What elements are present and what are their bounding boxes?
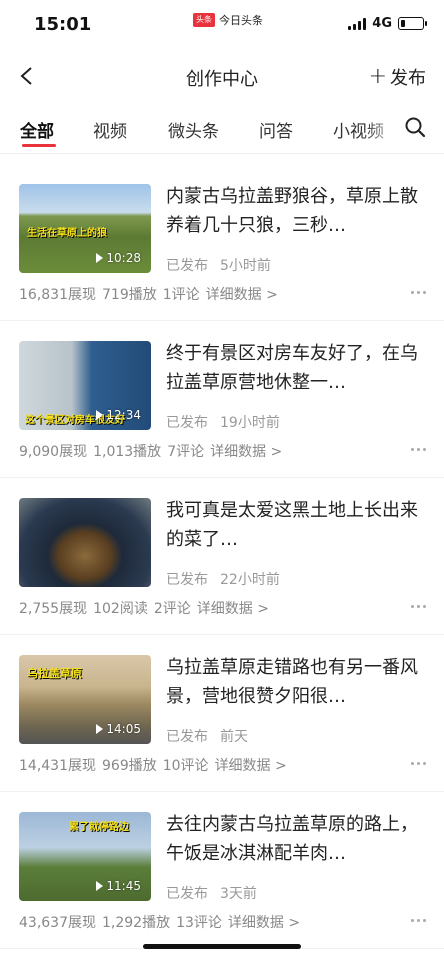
thumbnail-caption: 累了就停路边 <box>69 822 129 833</box>
impressions: 43,637展现 <box>19 915 96 931</box>
status-bar: 15:01 头条 今日头条 4G <box>0 0 444 50</box>
list-item[interactable]: 累了就停路边 11:45 去往内蒙古乌拉盖草原的路上，午饭是冰淇淋配羊肉… 已发… <box>0 792 444 949</box>
plays: 1,292播放 <box>102 915 171 931</box>
publish-time: 19小时前 <box>220 415 280 431</box>
play-icon <box>96 410 104 420</box>
status-time: 15:01 <box>34 14 92 35</box>
item-stats: 16,831展现 719播放 1评论 详细数据 > <box>19 284 284 304</box>
nav-bar: 创作中心 + 发布 <box>0 52 444 102</box>
list-item[interactable]: 我可真是太爱这黑土地上长出来的菜了… 已发布 22小时前 2,755展现 102阅读… <box>0 478 444 635</box>
detail-data-link[interactable]: 详细数据 > <box>215 758 287 774</box>
publish-time: 22小时前 <box>220 572 280 588</box>
publish-label: 发布 <box>390 68 426 89</box>
item-title[interactable]: 去往内蒙古乌拉盖草原的路上，午饭是冰淇淋配羊肉… <box>166 810 428 868</box>
plus-icon: + <box>368 64 387 89</box>
video-duration: 11:45 <box>96 879 141 893</box>
publish-status: 已发布 <box>166 572 208 588</box>
tab-all[interactable]: 全部 <box>20 117 54 142</box>
impressions: 2,755展现 <box>19 601 88 617</box>
play-icon <box>96 253 104 263</box>
detail-data-link[interactable]: 详细数据 > <box>228 915 300 931</box>
list-item[interactable]: 这个景区对房车很友好 12:34 终于有景区对房车友好了，在乌拉盖草原营地休整一… <box>0 321 444 478</box>
video-thumbnail[interactable]: 乌拉盖草原 14:05 <box>19 655 151 744</box>
home-indicator[interactable] <box>143 944 301 949</box>
item-meta: 已发布 5小时前 <box>166 255 271 275</box>
item-stats: 14,431展现 969播放 10评论 详细数据 > <box>19 755 293 775</box>
content-list: 生活在草原上的狼 10:28 内蒙古乌拉盖野狼谷，草原上散养着几十只狼，三秒… … <box>0 164 444 949</box>
publish-status: 已发布 <box>166 886 208 902</box>
comments: 13评论 <box>176 915 222 931</box>
thumbnail-caption: 乌拉盖草原 <box>27 667 82 680</box>
publish-status: 已发布 <box>166 415 208 431</box>
app-name: 今日头条 <box>219 14 263 27</box>
impressions: 14,431展现 <box>19 758 96 774</box>
item-meta: 已发布 3天前 <box>166 883 257 903</box>
active-tab-indicator <box>22 144 56 147</box>
reads: 102阅读 <box>93 601 148 617</box>
play-icon <box>96 881 104 891</box>
item-stats: 9,090展现 1,013播放 7评论 详细数据 > <box>19 441 288 461</box>
more-options-button[interactable] <box>411 291 426 294</box>
publish-time: 前天 <box>220 729 248 745</box>
item-stats: 2,755展现 102阅读 2评论 详细数据 > <box>19 598 275 618</box>
search-button[interactable] <box>404 116 430 142</box>
item-stats: 43,637展现 1,292播放 13评论 详细数据 > <box>19 912 306 932</box>
publish-time: 5小时前 <box>220 258 271 274</box>
thumbnail-caption: 生活在草原上的狼 <box>27 228 107 239</box>
battery-icon <box>398 17 427 30</box>
tab-fade <box>364 106 404 152</box>
item-meta: 已发布 19小时前 <box>166 412 280 432</box>
item-title[interactable]: 乌拉盖草原走错路也有另一番风景，营地很赞夕阳很… <box>166 653 428 711</box>
image-thumbnail[interactable] <box>19 498 151 587</box>
network-type: 4G <box>372 16 392 31</box>
battery-level <box>401 20 405 27</box>
more-options-button[interactable] <box>411 919 426 922</box>
tab-video[interactable]: 视频 <box>93 117 127 142</box>
item-title[interactable]: 内蒙古乌拉盖野狼谷，草原上散养着几十只狼，三秒… <box>166 182 428 240</box>
list-item[interactable]: 乌拉盖草原 14:05 乌拉盖草原走错路也有另一番风景，营地很赞夕阳很… 已发布… <box>0 635 444 792</box>
comments: 10评论 <box>162 758 209 774</box>
tab-qa[interactable]: 问答 <box>259 117 293 142</box>
plays: 1,013播放 <box>93 444 162 460</box>
more-options-button[interactable] <box>411 762 426 765</box>
list-item[interactable]: 生活在草原上的狼 10:28 内蒙古乌拉盖野狼谷，草原上散养着几十只狼，三秒… … <box>0 164 444 321</box>
detail-data-link[interactable]: 详细数据 > <box>206 287 278 303</box>
detail-data-link[interactable]: 详细数据 > <box>197 601 269 617</box>
video-thumbnail[interactable]: 这个景区对房车很友好 12:34 <box>19 341 151 430</box>
video-thumbnail[interactable]: 生活在草原上的狼 10:28 <box>19 184 151 273</box>
publish-status: 已发布 <box>166 258 208 274</box>
comments: 1评论 <box>162 287 200 303</box>
app-badge: 头条 <box>193 13 215 27</box>
plays: 719播放 <box>102 287 157 303</box>
more-options-button[interactable] <box>411 448 426 451</box>
tab-micro-post[interactable]: 微头条 <box>168 117 219 142</box>
video-duration: 14:05 <box>96 722 141 736</box>
tab-bar: 全部 视频 微头条 问答 小视频 <box>0 106 444 154</box>
item-title[interactable]: 终于有景区对房车友好了，在乌拉盖草原营地休整一… <box>166 339 428 397</box>
publish-time: 3天前 <box>220 886 257 902</box>
video-duration: 12:34 <box>96 408 141 422</box>
comments: 2评论 <box>153 601 191 617</box>
plays: 969播放 <box>102 758 157 774</box>
publish-button[interactable]: + 发布 <box>369 64 426 90</box>
item-meta: 已发布 22小时前 <box>166 569 280 589</box>
video-duration: 10:28 <box>96 251 141 265</box>
impressions: 9,090展现 <box>19 444 88 460</box>
publish-status: 已发布 <box>166 729 208 745</box>
status-app-indicator: 头条 今日头条 <box>193 12 263 28</box>
comments: 7评论 <box>167 444 205 460</box>
play-icon <box>96 724 104 734</box>
impressions: 16,831展现 <box>19 287 96 303</box>
more-options-button[interactable] <box>411 605 426 608</box>
search-icon <box>405 117 426 138</box>
signal-icon <box>348 17 367 30</box>
video-thumbnail[interactable]: 累了就停路边 11:45 <box>19 812 151 901</box>
item-meta: 已发布 前天 <box>166 726 248 746</box>
status-indicators: 4G <box>348 16 427 31</box>
item-title[interactable]: 我可真是太爱这黑土地上长出来的菜了… <box>166 496 428 554</box>
detail-data-link[interactable]: 详细数据 > <box>210 444 282 460</box>
